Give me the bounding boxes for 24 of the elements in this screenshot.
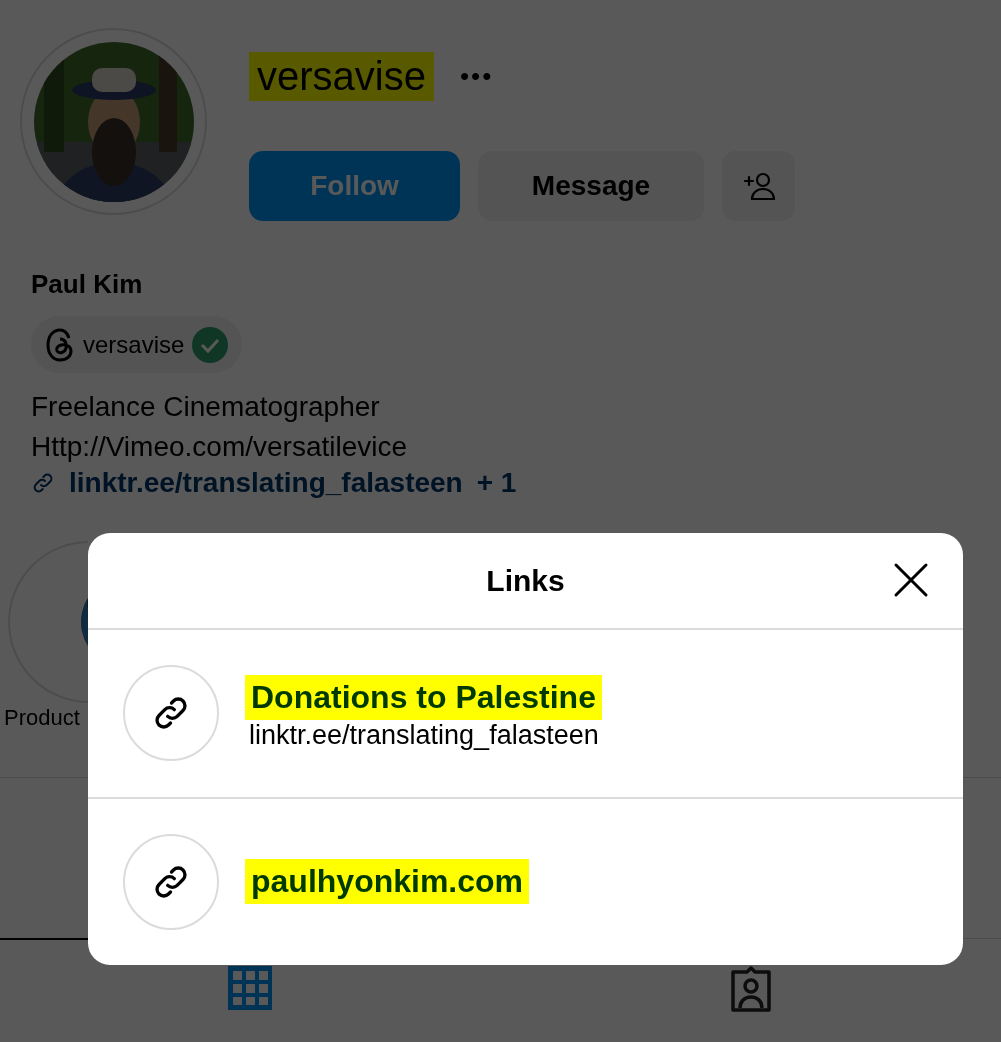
add-person-button[interactable] bbox=[722, 151, 795, 221]
link-title: Donations to Palestine bbox=[245, 675, 602, 721]
threads-handle: versavise bbox=[83, 330, 185, 359]
threads-icon bbox=[45, 327, 75, 362]
username: versavise bbox=[249, 52, 434, 101]
link-title: paulhyonkim.com bbox=[245, 859, 530, 905]
follow-button[interactable]: Follow bbox=[249, 151, 460, 221]
bio-link[interactable]: linktr.ee/translating_falasteen bbox=[69, 467, 463, 499]
link-icon bbox=[31, 471, 55, 495]
link-item[interactable]: Donations to Palestine linktr.ee/translating_falasteen bbox=[88, 630, 963, 797]
link-item[interactable]: paulhyonkim.com bbox=[88, 796, 963, 965]
dialog-title: Links bbox=[486, 563, 565, 598]
close-button[interactable] bbox=[893, 562, 929, 598]
full-name: Paul Kim bbox=[31, 269, 143, 300]
more-button[interactable]: ••• bbox=[459, 61, 494, 92]
bio-line: Http://Vimeo.com/versatilevice bbox=[31, 430, 408, 464]
message-button[interactable]: Message bbox=[478, 151, 704, 221]
link-url: linktr.ee/translating_falasteen bbox=[248, 720, 599, 752]
more-links-count[interactable]: + 1 bbox=[476, 467, 517, 499]
add-person-icon bbox=[742, 171, 775, 201]
highlight-label: Product bbox=[4, 705, 80, 731]
threads-badge[interactable]: versavise bbox=[31, 316, 243, 373]
grid-icon bbox=[228, 966, 273, 1010]
bio-line: Freelance Cinematographer bbox=[31, 390, 380, 424]
